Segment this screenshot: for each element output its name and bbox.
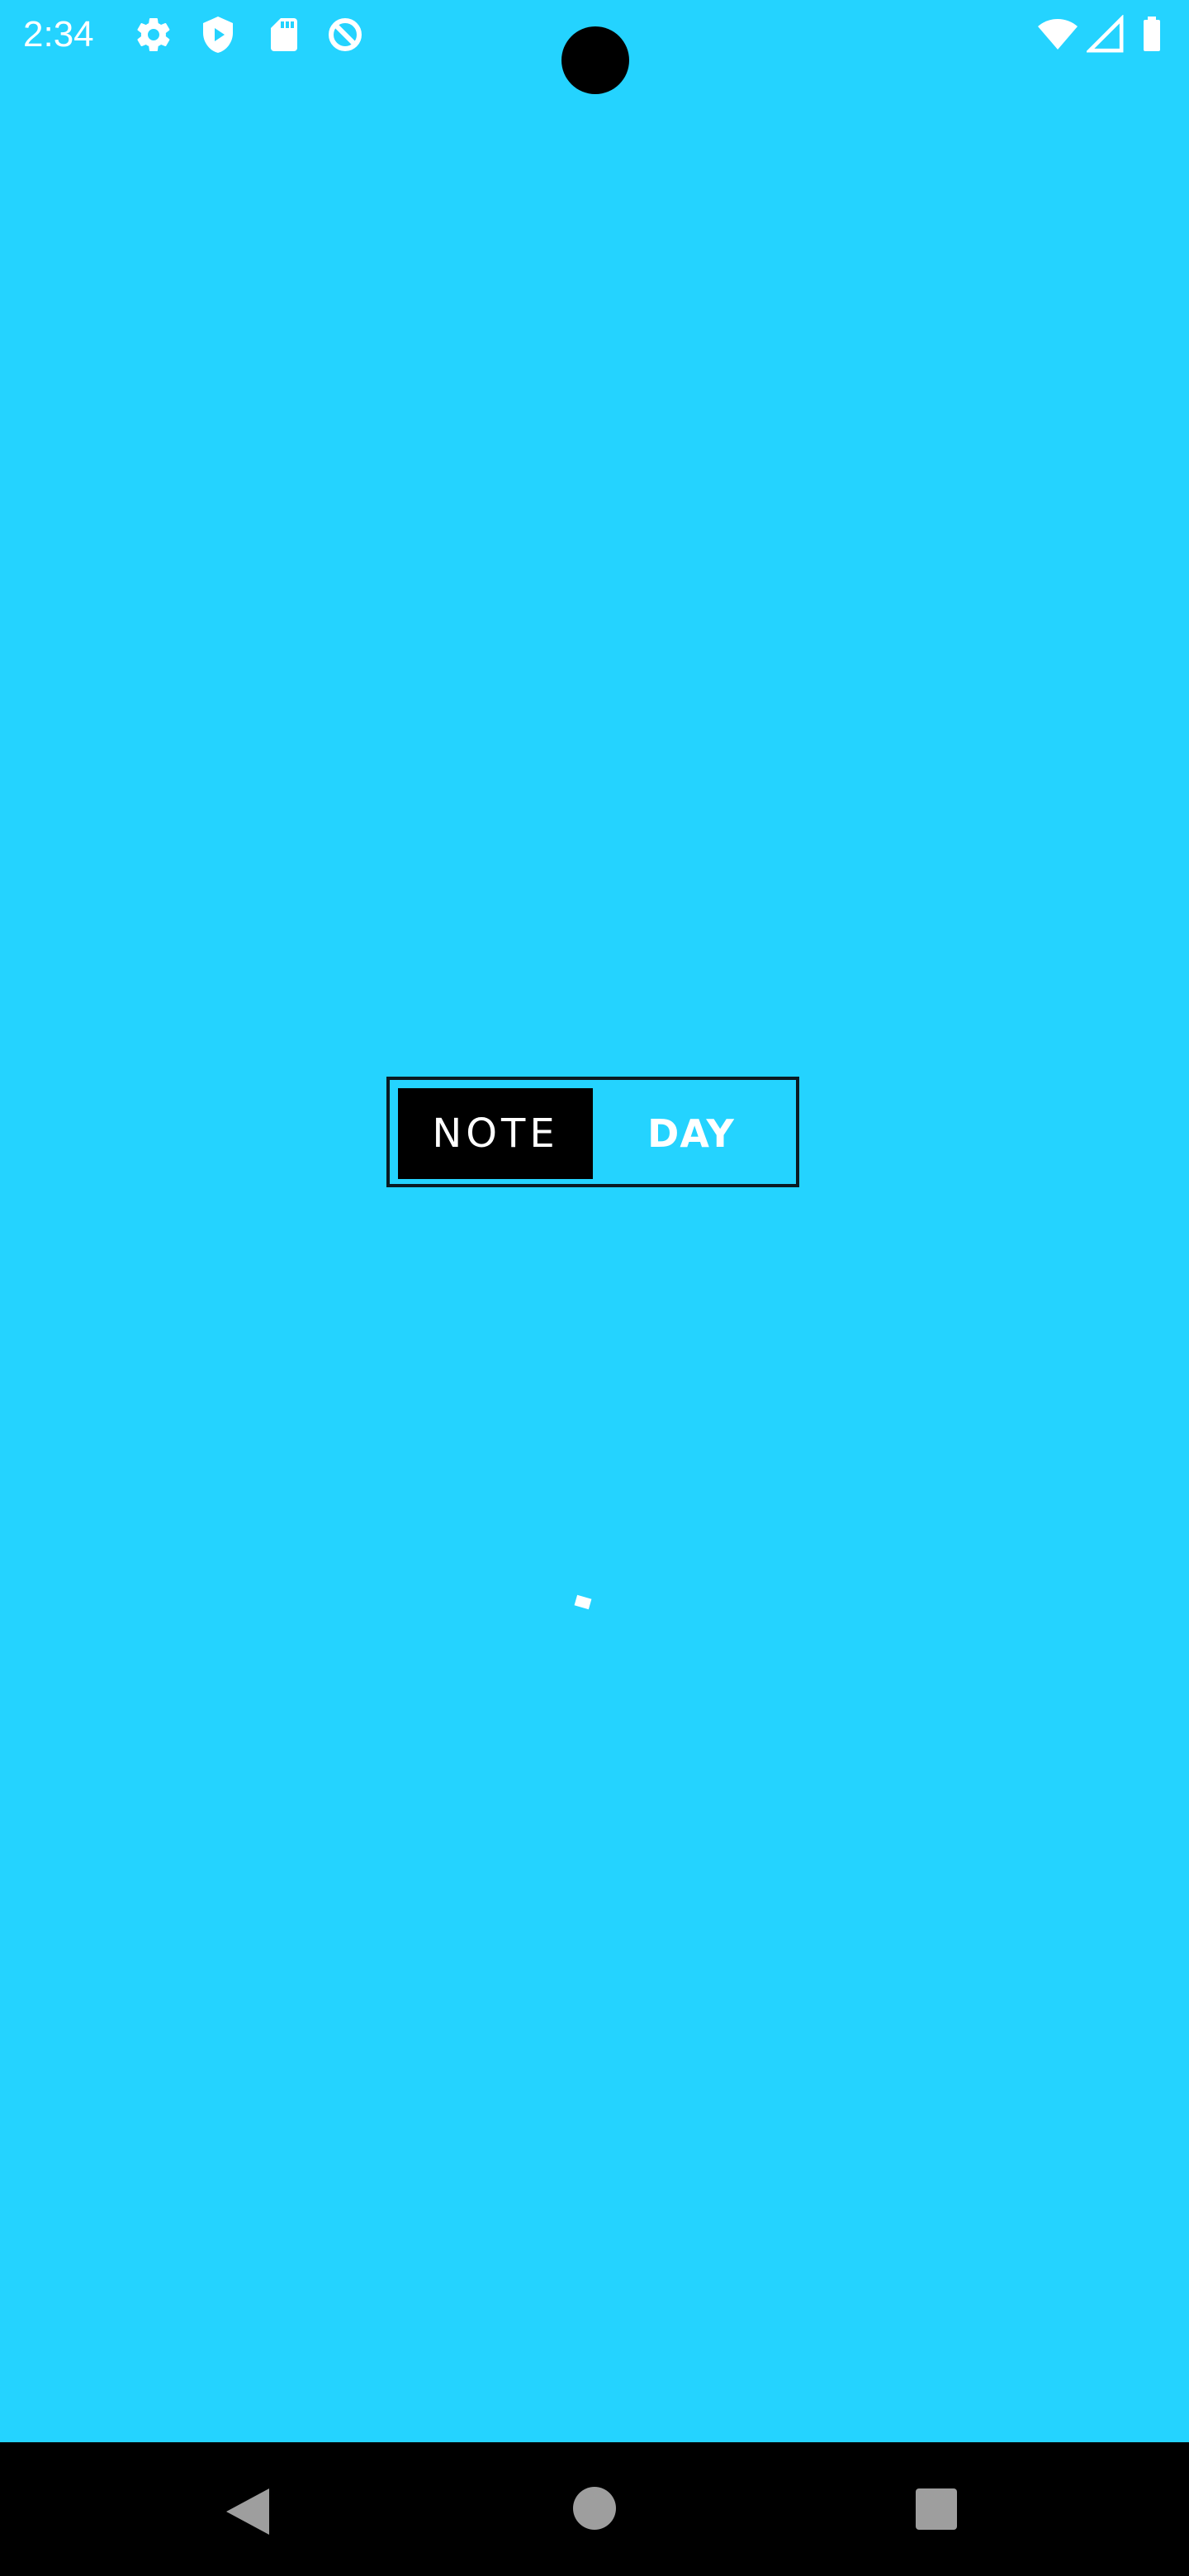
app-logo: NOTE DAY [386,1077,799,1187]
shield-play-icon [198,15,238,54]
home-icon[interactable] [573,2487,616,2530]
gear-icon [134,15,173,54]
navigation-bar [0,2442,1189,2576]
wifi-icon [1037,15,1078,54]
data-saver-icon [325,15,365,54]
cell-signal-icon [1085,14,1126,54]
sd-card-icon [264,15,304,54]
loading-indicator [574,1594,592,1610]
recents-icon[interactable] [916,2488,957,2530]
battery-icon [1139,15,1164,54]
back-icon[interactable] [226,2488,269,2539]
splash-screen: 2:34 NOTE DAY [0,0,1189,2442]
logo-day-text: DAY [647,1111,735,1156]
logo-note-text: NOTE [398,1088,593,1179]
status-time: 2:34 [23,14,94,54]
camera-cutout [561,26,629,94]
